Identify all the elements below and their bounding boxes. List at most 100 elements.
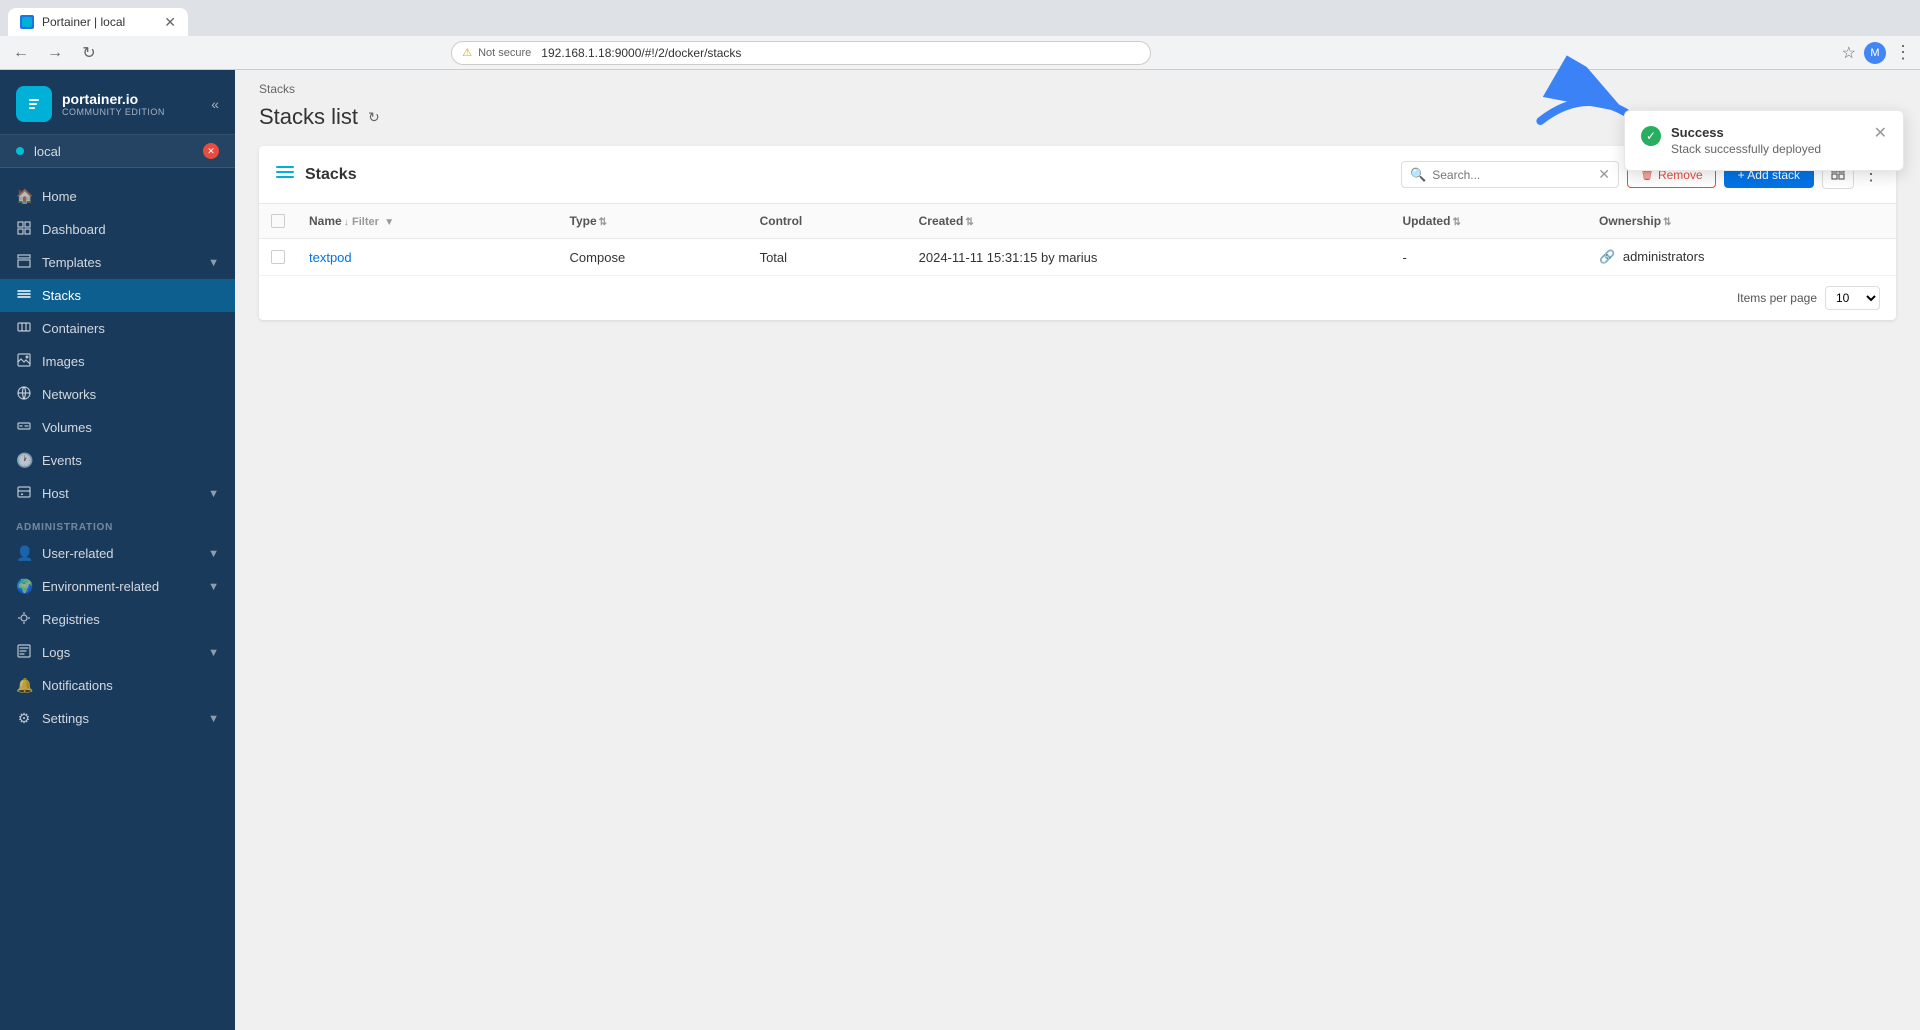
settings-chevron-icon: ▼ (208, 713, 219, 725)
row-updated-cell: - (1390, 239, 1587, 276)
tab-title: Portainer | local (42, 15, 125, 29)
search-icon: 🔍 (1410, 167, 1426, 183)
created-col-header[interactable]: Created⇅ (907, 204, 1391, 239)
networks-icon (16, 386, 32, 403)
stack-link-textpod[interactable]: textpod (309, 250, 352, 265)
search-clear-button[interactable]: ✕ (1598, 166, 1610, 183)
sidebar-item-containers[interactable]: Containers (0, 312, 235, 345)
refresh-button[interactable]: ↻ (368, 109, 380, 126)
stacks-panel: Stacks 🔍 ✕ 🗑 Remove + Add stack (259, 146, 1896, 320)
containers-icon (16, 320, 32, 337)
items-per-page-select[interactable]: 10 25 50 100 (1825, 286, 1880, 310)
tab-close-button[interactable]: ✕ (164, 14, 176, 31)
security-icon: ⚠ (462, 46, 472, 59)
type-sort-icon: ⇅ (599, 217, 607, 228)
sidebar-item-volumes-label: Volumes (42, 420, 92, 435)
success-icon: ✓ (1641, 126, 1661, 146)
items-per-page-control: Items per page 10 25 50 100 (259, 276, 1896, 320)
search-box[interactable]: 🔍 ✕ (1401, 161, 1619, 188)
logo-text: portainer.io COMMUNITY EDITION (62, 91, 165, 117)
sidebar-item-user-related-label: User-related (42, 546, 114, 561)
user-related-icon: 👤 (16, 545, 32, 562)
table-row: textpod Compose Total 2024-11-11 15:31:1… (259, 239, 1896, 276)
url-text: 192.168.1.18:9000/#!/2/docker/stacks (541, 46, 741, 60)
sidebar-item-images-label: Images (42, 354, 85, 369)
row-type-cell: Compose (558, 239, 748, 276)
sidebar-env-label: local (34, 144, 61, 159)
sidebar-item-networks[interactable]: Networks (0, 378, 235, 411)
search-input[interactable] (1432, 168, 1592, 182)
dashboard-icon (16, 221, 32, 238)
sidebar-item-dashboard-label: Dashboard (42, 222, 106, 237)
sidebar-item-environment-related[interactable]: 🌍 Environment-related ▼ (0, 570, 235, 603)
profile-icon[interactable]: M (1864, 42, 1886, 64)
notification-title: Success (1671, 125, 1864, 140)
sidebar-item-logs[interactable]: Logs ▼ (0, 636, 235, 669)
address-bar[interactable]: ⚠ Not secure 192.168.1.18:9000/#!/2/dock… (451, 41, 1151, 65)
sidebar-item-dashboard[interactable]: Dashboard (0, 213, 235, 246)
events-icon: 🕐 (16, 452, 32, 469)
sidebar-item-registries[interactable]: Registries (0, 603, 235, 636)
browser-toolbar: ← → ↻ ⚠ Not secure 192.168.1.18:9000/#!/… (0, 36, 1920, 70)
notification-close-button[interactable]: ✕ (1874, 123, 1887, 143)
sidebar-item-user-related[interactable]: 👤 User-related ▼ (0, 537, 235, 570)
logo-icon (16, 86, 52, 122)
sidebar-item-registries-label: Registries (42, 612, 100, 627)
sidebar-item-notifications[interactable]: 🔔 Notifications (0, 669, 235, 702)
sidebar-item-logs-label: Logs (42, 645, 70, 660)
tab-favicon (20, 15, 34, 29)
sidebar-item-templates[interactable]: Templates ▼ (0, 246, 235, 279)
settings-icon: ⚙ (16, 710, 32, 727)
sidebar-collapse-button[interactable]: « (211, 96, 219, 112)
stacks-panel-icon (275, 162, 295, 187)
updated-col-header[interactable]: Updated⇅ (1390, 204, 1587, 239)
sidebar-item-stacks-label: Stacks (42, 288, 81, 303)
sidebar-item-events[interactable]: 🕐 Events (0, 444, 235, 477)
row-control-cell: Total (748, 239, 907, 276)
admin-section-label: Administration (0, 510, 235, 537)
forward-button[interactable]: → (42, 40, 68, 66)
app-layout: portainer.io COMMUNITY EDITION « local ✕… (0, 70, 1920, 1030)
menu-icon[interactable]: ⋮ (1894, 42, 1912, 63)
row-checkbox[interactable] (271, 250, 285, 264)
sidebar-item-local[interactable]: local ✕ (0, 135, 235, 168)
ownership-col-header[interactable]: Ownership⇅ (1587, 204, 1896, 239)
sidebar-item-settings-label: Settings (42, 711, 89, 726)
logo-name: portainer.io (62, 91, 165, 107)
back-button[interactable]: ← (8, 40, 34, 66)
browser-chrome: Portainer | local ✕ ← → ↻ ⚠ Not secure 1… (0, 0, 1920, 70)
browser-tabs: Portainer | local ✕ (0, 0, 1920, 36)
env-close-badge[interactable]: ✕ (203, 143, 219, 159)
notification-content: Success Stack successfully deployed (1671, 125, 1864, 156)
sidebar-item-notifications-label: Notifications (42, 678, 113, 693)
table-header: Name↓ Filter ▼ Type⇅ Control Created⇅ (259, 204, 1896, 239)
images-icon (16, 353, 32, 370)
sidebar-item-environment-related-label: Environment-related (42, 579, 159, 594)
sidebar-item-volumes[interactable]: Volumes (0, 411, 235, 444)
sidebar-item-images[interactable]: Images (0, 345, 235, 378)
sidebar-item-settings[interactable]: ⚙ Settings ▼ (0, 702, 235, 735)
user-related-chevron-icon: ▼ (208, 548, 219, 560)
type-col-header[interactable]: Type⇅ (558, 204, 748, 239)
browser-tab-active[interactable]: Portainer | local ✕ (8, 8, 188, 36)
logo-edition: COMMUNITY EDITION (62, 107, 165, 117)
ownership-value: administrators (1623, 249, 1705, 264)
security-label: Not secure (478, 47, 531, 59)
sidebar-item-host[interactable]: Host ▼ (0, 477, 235, 510)
sidebar-item-stacks[interactable]: Stacks (0, 279, 235, 312)
page-title: Stacks list (259, 104, 358, 130)
select-all-checkbox[interactable] (271, 214, 285, 228)
name-col-header[interactable]: Name↓ Filter ▼ (297, 204, 558, 239)
stacks-icon (16, 287, 32, 304)
environment-related-icon: 🌍 (16, 578, 32, 595)
stacks-table-wrap: Name↓ Filter ▼ Type⇅ Control Created⇅ (259, 204, 1896, 276)
ownership-sort-icon: ⇅ (1663, 217, 1671, 228)
control-col-header: Control (748, 204, 907, 239)
sidebar-item-home[interactable]: 🏠 Home (0, 180, 235, 213)
sidebar-logo: portainer.io COMMUNITY EDITION « (0, 70, 235, 135)
sidebar-item-host-label: Host (42, 486, 69, 501)
templates-icon (16, 254, 32, 271)
env-status-dot (16, 147, 24, 155)
reload-button[interactable]: ↻ (76, 40, 102, 66)
bookmark-icon[interactable]: ☆ (1842, 43, 1856, 63)
